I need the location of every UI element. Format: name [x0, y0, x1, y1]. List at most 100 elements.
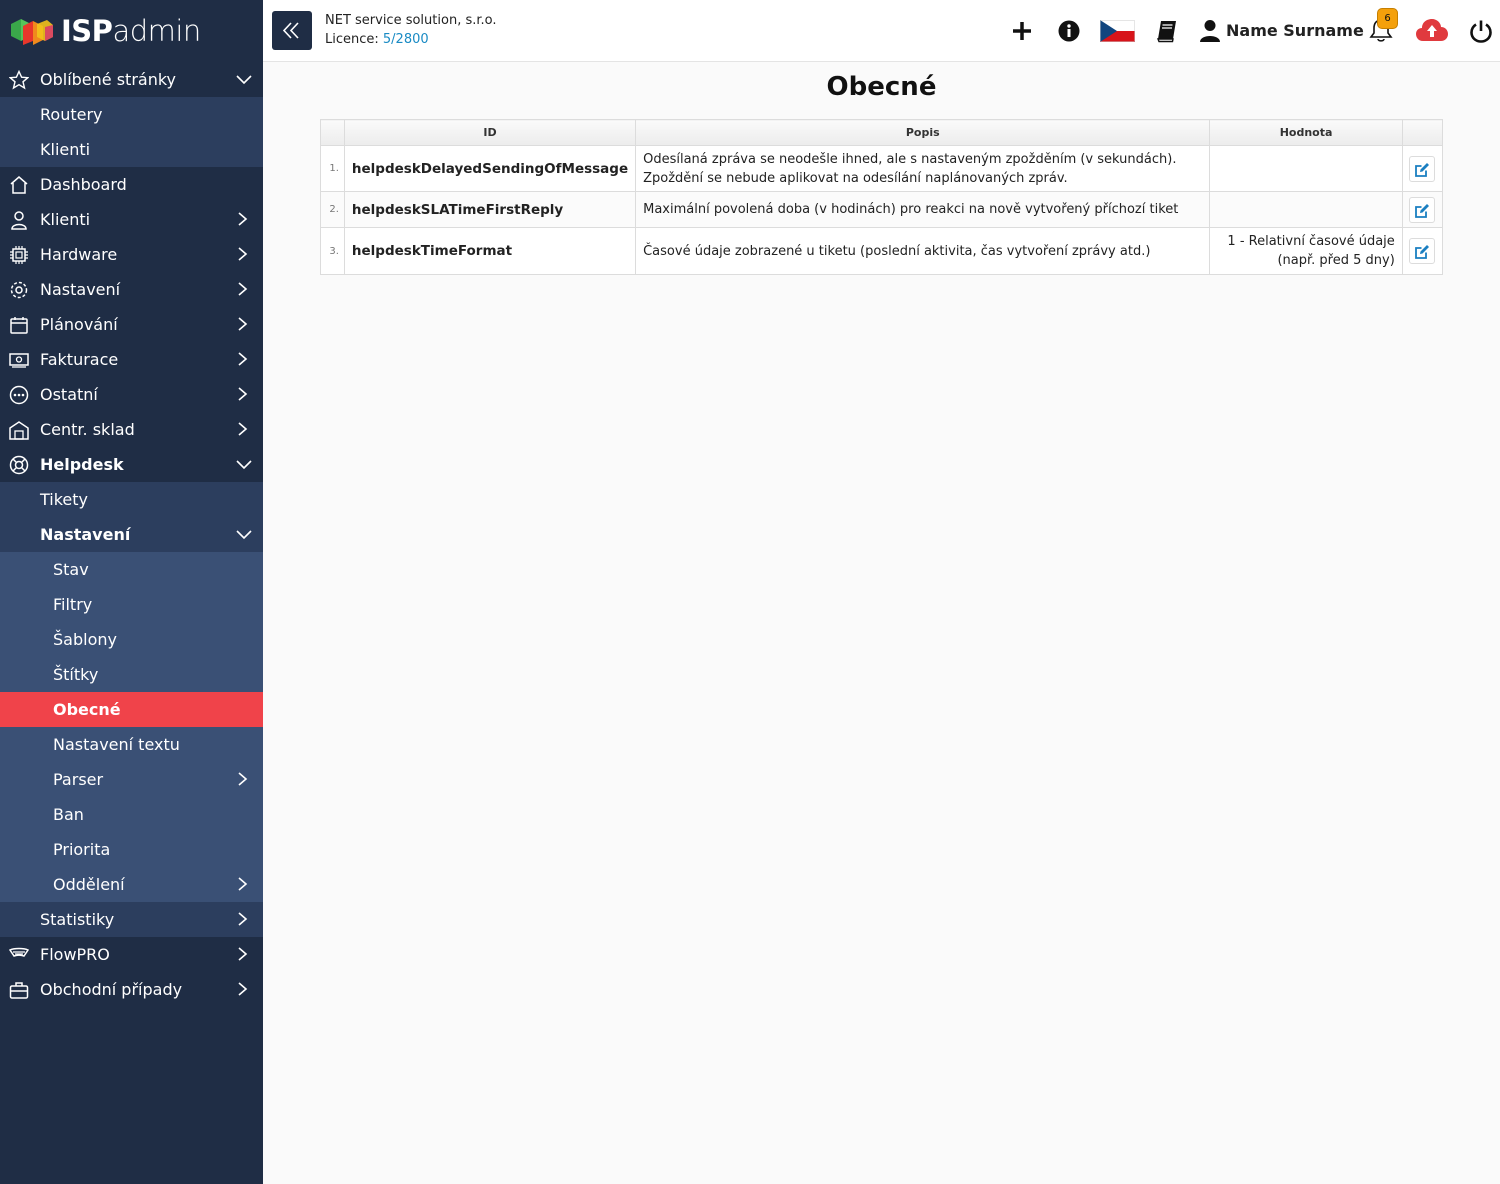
sidebar-item-oddeleni[interactable]: Oddělení [0, 867, 263, 902]
star-icon [9, 70, 29, 90]
edit-button[interactable] [1409, 196, 1436, 223]
sidebar-item-flowpro[interactable]: FlowPRO [0, 937, 263, 972]
sidebar-item-fakturace[interactable]: Fakturace [0, 342, 263, 377]
sidebar-item-centr-sklad[interactable]: Centr. sklad [0, 412, 263, 447]
edit-button[interactable] [1409, 155, 1436, 182]
col-header-actions [1401, 119, 1444, 146]
row-id: helpdeskTimeFormat [343, 227, 637, 275]
sidebar-item-label: Nastavení [40, 280, 121, 299]
sidebar-item-sablony[interactable]: Šablony [0, 622, 263, 657]
sidebar-item-dashboard[interactable]: Dashboard [0, 167, 263, 202]
licence-info: Licence: 5/2800 [325, 32, 429, 47]
collapse-sidebar-button[interactable] [272, 11, 312, 50]
sidebar-item-label: Ban [53, 805, 84, 824]
row-id: helpdeskDelayedSendingOfMessage [343, 145, 637, 192]
sidebar-item-statistiky[interactable]: Statistiky [0, 902, 263, 937]
sidebar-item-label: Statistiky [40, 910, 115, 929]
user-icon[interactable] [1199, 19, 1221, 43]
sidebar-item-label: Centr. sklad [40, 420, 135, 439]
top-header: NET service solution, s.r.o. Licence: 5/… [263, 0, 1500, 62]
row-id: helpdeskSLATimeFirstReply [343, 191, 637, 228]
sidebar-item-label: Plánování [40, 315, 118, 334]
table-header-row: ID Popis Hodnota [320, 119, 1444, 146]
sidebar-item-label: FlowPRO [40, 945, 110, 964]
sidebar-item-tikety[interactable]: Tikety [0, 482, 263, 517]
edit-icon [1415, 203, 1430, 218]
sidebar-item-hardware[interactable]: Hardware [0, 237, 263, 272]
sidebar-item-label: Helpdesk [40, 455, 124, 474]
licence-value[interactable]: 5/2800 [383, 32, 429, 47]
col-header-hodnota[interactable]: Hodnota [1209, 119, 1403, 146]
chip-icon [10, 246, 28, 264]
chevron-right-icon [238, 982, 248, 996]
sidebar-item-parser[interactable]: Parser [0, 762, 263, 797]
sidebar-item-obchodni-pripady[interactable]: Obchodní případy [0, 972, 263, 1007]
chevron-right-icon [238, 387, 248, 401]
sidebar-item-label: Stav [53, 560, 89, 579]
row-description: Časové údaje zobrazené u tiketu (posledn… [635, 227, 1211, 275]
col-header-popis[interactable]: Popis [635, 119, 1211, 146]
row-value [1209, 145, 1403, 192]
row-value [1209, 191, 1403, 228]
page-title: Obecné [826, 72, 937, 102]
sidebar-item-favorites[interactable]: Oblíbené stránky [0, 62, 263, 97]
sidebar-item-stitky[interactable]: Štítky [0, 657, 263, 692]
logo-cube-icon [11, 19, 53, 45]
row-actions [1401, 191, 1444, 228]
sidebar-item-label: Ostatní [40, 385, 98, 404]
funnel-icon [9, 947, 29, 957]
table-row: 1. helpdeskDelayedSendingOfMessage Odesí… [320, 145, 1444, 192]
sidebar-item-label: Parser [53, 770, 104, 789]
table-row: 3. helpdeskTimeFormat Časové údaje zobra… [320, 227, 1444, 275]
chevron-right-icon [238, 247, 248, 261]
user-name[interactable]: Name Surname [1226, 21, 1364, 40]
sidebar-item-ostatni[interactable]: Ostatní [0, 377, 263, 412]
sidebar-item-routery[interactable]: Routery [0, 97, 263, 132]
edit-icon [1415, 245, 1430, 259]
info-icon[interactable] [1058, 20, 1080, 42]
sidebar-item-obecne[interactable]: Obecné [0, 692, 263, 727]
sidebar-item-helpdesk[interactable]: Helpdesk [0, 447, 263, 482]
logo-text: ISPadmin [61, 14, 201, 48]
sidebar-item-label: Štítky [53, 665, 99, 684]
chevron-right-icon [238, 422, 248, 436]
chevron-right-icon [238, 317, 248, 331]
sidebar: ISPadmin Oblíbené stránky Routery Klient… [0, 0, 263, 1184]
row-number: 1. [320, 145, 345, 192]
row-value: 1 - Relativní časové údaje (např. před 5… [1209, 227, 1403, 275]
sidebar-item-stav[interactable]: Stav [0, 552, 263, 587]
sidebar-item-label: Klienti [40, 210, 91, 229]
col-header-id[interactable]: ID [343, 119, 637, 146]
app-logo[interactable]: ISPadmin [0, 0, 263, 62]
more-icon [9, 385, 29, 405]
row-number: 3. [320, 227, 345, 275]
plus-icon[interactable] [1011, 20, 1033, 42]
czech-flag-icon[interactable] [1100, 20, 1135, 42]
double-chevron-left-icon [282, 22, 299, 39]
book-icon[interactable] [1155, 19, 1179, 43]
sidebar-item-filtry[interactable]: Filtry [0, 587, 263, 622]
row-description: Maximální povolená doba (v hodinách) pro… [635, 191, 1211, 228]
power-icon[interactable] [1470, 19, 1492, 43]
chevron-right-icon [238, 912, 248, 926]
sidebar-item-priorita[interactable]: Priorita [0, 832, 263, 867]
sidebar-item-label: Tikety [40, 490, 89, 509]
sidebar-item-label: Hardware [40, 245, 118, 264]
sidebar-item-label: Fakturace [40, 350, 119, 369]
user-icon [11, 211, 27, 230]
cloud-upload-icon[interactable] [1415, 17, 1449, 43]
sidebar-item-klienti-fav[interactable]: Klienti [0, 132, 263, 167]
sidebar-item-planovani[interactable]: Plánování [0, 307, 263, 342]
notification-badge: 6 [1377, 8, 1398, 29]
chevron-right-icon [238, 212, 248, 226]
sidebar-item-nastaveni[interactable]: Nastavení [0, 272, 263, 307]
edit-button[interactable] [1409, 238, 1436, 264]
sidebar-item-ban[interactable]: Ban [0, 797, 263, 832]
chevron-down-icon [236, 460, 252, 470]
sidebar-item-helpdesk-nastaveni[interactable]: Nastavení [0, 517, 263, 552]
home-icon [10, 176, 28, 194]
sidebar-item-klienti[interactable]: Klienti [0, 202, 263, 237]
sidebar-item-label: Obchodní případy [40, 980, 183, 999]
sidebar-item-nastaveni-textu[interactable]: Nastavení textu [0, 727, 263, 762]
sidebar-item-label: Oddělení [53, 875, 125, 894]
